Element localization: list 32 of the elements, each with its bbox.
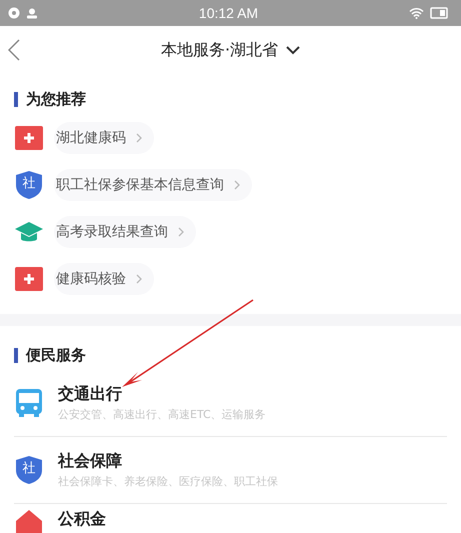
category-link[interactable]: 社会保障 (58, 451, 278, 472)
service-link[interactable]: 健康码核验 (54, 262, 154, 294)
service-link[interactable]: 湖北健康码 (54, 122, 154, 154)
chevron-right-icon (234, 180, 240, 190)
cross-icon (15, 266, 43, 290)
section-title: 便民服务 (26, 346, 86, 364)
category-description: 社会保障卡、养老保险、医疗保险、职工社保 (58, 474, 278, 489)
chevron-right-icon (136, 274, 142, 284)
category-description: 公安交管、高速出行、高速ETC、运输服务 (58, 407, 266, 422)
service-link[interactable]: 职工社保参保基本信息查询 (54, 168, 252, 200)
notification-icon (8, 7, 20, 19)
cross-icon (15, 126, 43, 150)
section-title: 为您推荐 (26, 90, 86, 108)
back-icon[interactable] (8, 39, 20, 61)
section-marker (14, 92, 18, 106)
status-time: 10:12 AM (198, 5, 258, 21)
region-dropdown[interactable]: 本地服务·湖北省 (156, 36, 304, 64)
battery-icon (430, 7, 449, 19)
section-marker (14, 348, 18, 362)
category-link[interactable]: 交通出行 (58, 384, 266, 405)
wifi-icon (409, 7, 424, 19)
house-icon (15, 509, 43, 533)
shield-icon: 社 (15, 170, 43, 200)
shield-icon: 社 (15, 455, 43, 485)
bus-icon (15, 388, 43, 418)
graduation-cap-icon (15, 220, 43, 244)
chevron-down-icon (286, 46, 300, 54)
chevron-right-icon (178, 226, 184, 236)
category-link[interactable]: 公积金 (58, 509, 106, 530)
service-link[interactable]: 高考录取结果查询 (54, 216, 196, 248)
chevron-right-icon (136, 132, 142, 142)
person-icon (26, 8, 38, 18)
